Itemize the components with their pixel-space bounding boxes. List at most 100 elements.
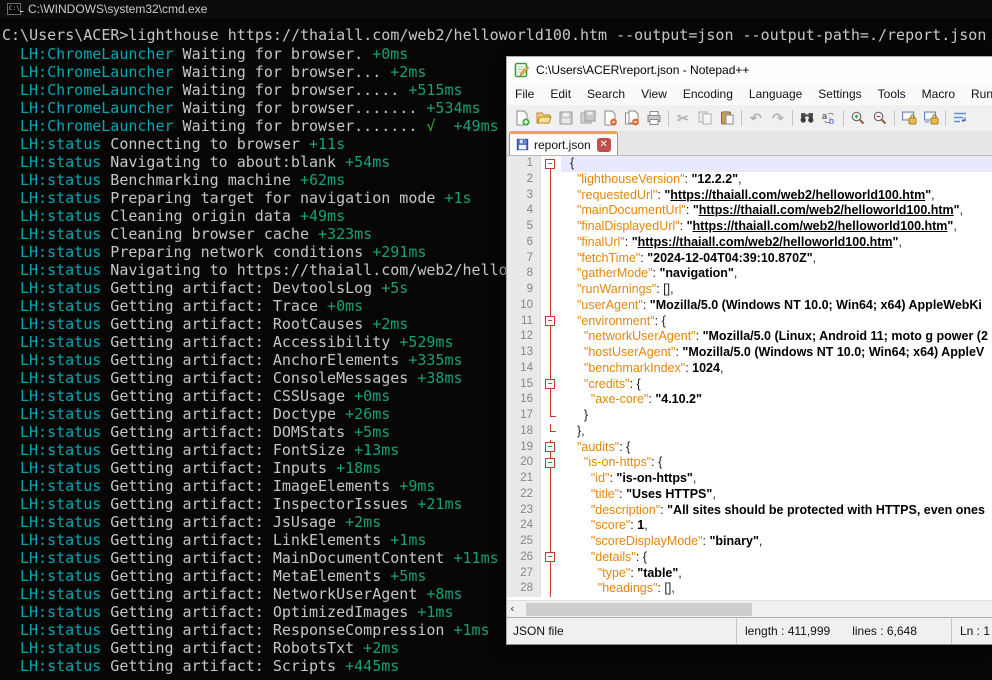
code-text[interactable]: "mainDocumentUrl": "https://thaiall.com/… [561,203,992,219]
line-number: 1 [507,156,541,172]
code-text[interactable]: "type": "table", [561,566,992,582]
code-line: 3 "requestedUrl": "https://thaiall.com/w… [507,188,992,204]
line-number: 15 [507,377,541,393]
fold-guide [541,361,561,377]
undo-icon[interactable]: ↶ [745,108,767,128]
code-text[interactable]: "axe-core": "4.10.2" [561,392,992,408]
save-all-icon[interactable] [577,108,599,128]
code-text[interactable]: "title": "Uses HTTPS", [561,487,992,503]
replace-icon[interactable]: ab [818,108,840,128]
fold-guide [541,392,561,408]
save-icon[interactable] [555,108,577,128]
code-text[interactable]: "hostUserAgent": "Mozilla/5.0 (Windows N… [561,345,992,361]
menu-macro[interactable]: Macro [914,87,963,101]
fold-collapse-icon[interactable]: − [541,314,561,330]
code-text[interactable]: "environment": { [561,314,992,330]
code-text[interactable]: "lighthouseVersion": "12.2.2", [561,172,992,188]
paste-icon[interactable] [716,108,738,128]
scrollbar-thumb[interactable] [526,603,752,616]
scroll-left-arrow-icon[interactable]: ‹ [510,601,524,618]
fold-guide [541,172,561,188]
status-lines: lines : 6,648 [852,624,917,638]
code-text[interactable]: "networkUserAgent": "Mozilla/5.0 (Linux;… [561,329,992,345]
status-length: length : 411,999 [745,624,830,638]
close-file-icon[interactable] [599,108,621,128]
cut-icon[interactable]: ✂ [672,108,694,128]
svg-text:b: b [829,116,834,126]
horizontal-scrollbar[interactable]: ‹ [507,600,992,617]
word-wrap-icon[interactable] [949,108,971,128]
menu-view[interactable]: View [633,87,675,101]
menu-language[interactable]: Language [741,87,810,101]
code-text[interactable]: "finalUrl": "https://thaiall.com/web2/he… [561,235,992,251]
open-file-icon[interactable] [533,108,555,128]
fold-collapse-icon[interactable]: − [541,377,561,393]
fold-collapse-icon[interactable]: − [541,156,561,172]
fold-guide [541,345,561,361]
code-text[interactable]: "details": { [561,550,992,566]
code-text[interactable]: "runWarnings": [], [561,282,992,298]
cmd-titlebar[interactable]: C:\_ C:\WINDOWS\system32\cmd.exe [0,0,992,18]
new-file-icon[interactable] [511,108,533,128]
fold-guide [541,566,561,582]
code-line: 4 "mainDocumentUrl": "https://thaiall.co… [507,203,992,219]
menu-file[interactable]: File [507,87,542,101]
zoom-in-icon[interactable] [847,108,869,128]
code-text[interactable]: "finalDisplayedUrl": "https://thaiall.co… [561,219,992,235]
code-text[interactable]: { [561,156,992,172]
line-number: 20 [507,455,541,471]
editor-area[interactable]: 1−{2 "lighthouseVersion": "12.2.2",3 "re… [507,156,992,600]
code-text[interactable]: "score": 1, [561,518,992,534]
code-line: 28 "headings": [], [507,581,992,597]
menu-search[interactable]: Search [579,87,633,101]
code-text[interactable]: "benchmarkIndex": 1024, [561,361,992,377]
zoom-out-icon[interactable] [869,108,891,128]
menu-settings[interactable]: Settings [810,87,869,101]
code-line: 8 "gatherMode": "navigation", [507,266,992,282]
line-number: 22 [507,487,541,503]
code-text[interactable]: } [561,408,992,424]
print-icon[interactable] [643,108,665,128]
code-text[interactable]: "gatherMode": "navigation", [561,266,992,282]
toolbar-separator [945,110,946,126]
code-line: 17 } [507,408,992,424]
code-text[interactable]: "userAgent": "Mozilla/5.0 (Windows NT 10… [561,298,992,314]
code-text[interactable]: "requestedUrl": "https://thaiall.com/web… [561,188,992,204]
fold-collapse-icon[interactable]: − [541,550,561,566]
menu-tools[interactable]: Tools [870,87,914,101]
code-line: 9 "runWarnings": [], [507,282,992,298]
fold-collapse-icon[interactable]: − [541,440,561,456]
code-text[interactable]: "scoreDisplayMode": "binary", [561,534,992,550]
notepadpp-titlebar[interactable]: C:\Users\ACER\report.json - Notepad++ [507,57,992,83]
line-number: 13 [507,345,541,361]
menu-encoding[interactable]: Encoding [675,87,741,101]
redo-icon[interactable]: ↷ [767,108,789,128]
code-text[interactable]: "is-on-https": { [561,455,992,471]
toolbar-separator [741,110,742,126]
sync-horizontal-scroll-icon[interactable] [920,108,942,128]
code-text[interactable]: }, [561,424,992,440]
status-file-type: JSON file [507,618,737,644]
code-line: 10 "userAgent": "Mozilla/5.0 (Windows NT… [507,298,992,314]
tab-close-icon[interactable]: ✕ [597,138,611,152]
close-all-icon[interactable] [621,108,643,128]
code-text[interactable]: "headings": [], [561,581,992,597]
fold-collapse-icon[interactable]: − [541,455,561,471]
code-line: 27 "type": "table", [507,566,992,582]
code-text[interactable]: "description": "All sites should be prot… [561,503,992,519]
copy-icon[interactable] [694,108,716,128]
menu-edit[interactable]: Edit [542,87,579,101]
sync-vertical-scroll-icon[interactable] [898,108,920,128]
code-line: 6 "finalUrl": "https://thaiall.com/web2/… [507,235,992,251]
menu-run[interactable]: Run [963,87,992,101]
find-icon[interactable] [796,108,818,128]
code-line: 21 "id": "is-on-https", [507,471,992,487]
code-text[interactable]: "credits": { [561,377,992,393]
code-line: 25 "scoreDisplayMode": "binary", [507,534,992,550]
tab-report-json[interactable]: report.json ✕ [509,131,618,155]
code-line: 2 "lighthouseVersion": "12.2.2", [507,172,992,188]
code-text[interactable]: "id": "is-on-https", [561,471,992,487]
line-number: 11 [507,314,541,330]
code-text[interactable]: "audits": { [561,440,992,456]
code-text[interactable]: "fetchTime": "2024-12-04T04:39:10.870Z", [561,251,992,267]
